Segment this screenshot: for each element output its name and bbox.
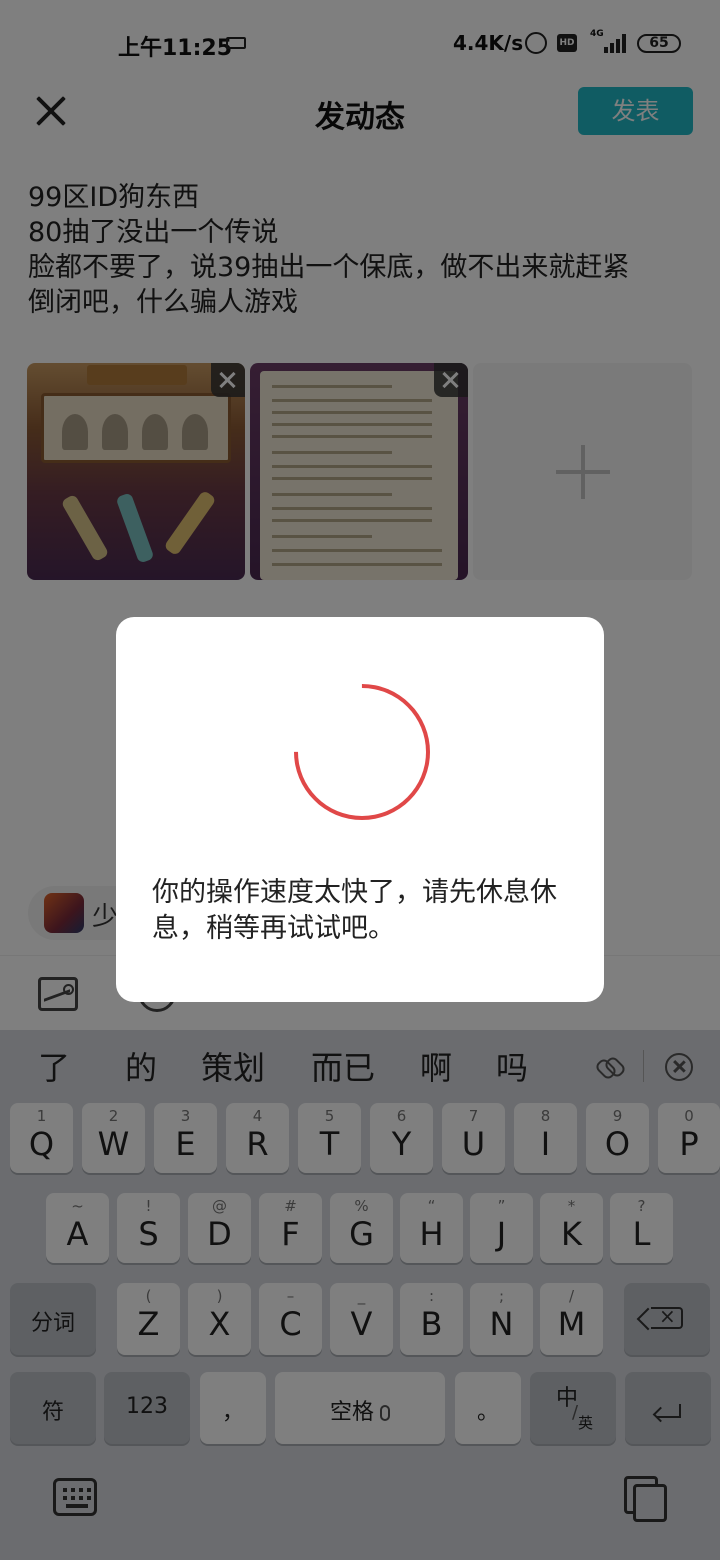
dialog-message: 你的操作速度太快了，请先休息休息，稍等再试试吧。 bbox=[152, 877, 557, 944]
loading-spinner-icon bbox=[265, 655, 459, 849]
rate-limit-dialog: 你的操作速度太快了，请先休息休息，稍等再试试吧。 bbox=[116, 617, 604, 1002]
